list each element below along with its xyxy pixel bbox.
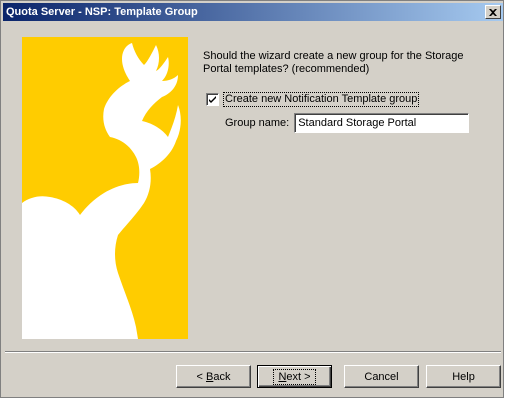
group-name-label: Group name: [225,117,290,129]
banner-image [22,37,188,339]
help-button[interactable]: Help [426,365,501,388]
group-name-input[interactable] [294,113,470,133]
cancel-button[interactable]: Cancel [344,365,419,388]
button-separator [5,351,501,353]
cancel-button-label: Cancel [364,370,399,383]
close-icon [489,8,497,16]
wizard-question: Should the wizard create a new group for… [203,50,464,75]
back-button[interactable]: < Back [176,365,251,388]
next-button-label: Next > [273,368,316,385]
title-bar[interactable]: Quota Server - NSP: Template Group [3,3,503,21]
deer-head-icon [22,43,181,339]
wizard-content: Should the wizard create a new group for… [3,21,503,397]
group-name-row: Group name: [225,113,470,133]
next-button[interactable]: Next > [257,365,332,388]
close-button[interactable] [485,5,501,19]
create-group-checkbox[interactable] [206,92,219,106]
help-button-label: Help [452,370,475,383]
create-group-checkbox-row[interactable]: Create new Notification Template group [206,91,420,107]
back-button-label: < Back [196,370,231,383]
wizard-window: Quota Server - NSP: Template Group Shoul… [0,0,504,398]
create-group-label[interactable]: Create new Notification Template group [222,91,420,107]
checkmark-icon [209,95,216,103]
window-title: Quota Server - NSP: Template Group [6,6,198,18]
